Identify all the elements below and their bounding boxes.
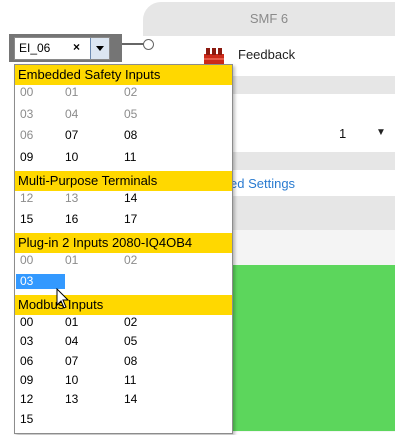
value-text: 1	[339, 126, 347, 141]
dropdown-item[interactable]: 08	[124, 128, 174, 143]
group-plugin-2-inputs: Plug-in 2 Inputs 2080-IQ4OB4 00 01 02 03	[15, 233, 232, 295]
group-embedded-safety-inputs: Embedded Safety Inputs 00 01 02 03 04 05 06 07 0…	[15, 65, 232, 171]
dropdown-item[interactable]: 07	[65, 354, 124, 369]
dropdown-item[interactable]: 03	[16, 274, 65, 289]
dropdown-item[interactable]: 05	[124, 334, 174, 349]
dropdown-item: 05	[124, 106, 138, 121]
dropdown-item[interactable]: 06	[20, 354, 65, 369]
input-select-combo[interactable]: EI_06 ×	[14, 37, 110, 60]
dropdown-item[interactable]: 03	[20, 334, 65, 349]
dropdown-item: 01	[65, 253, 79, 267]
chevron-down-icon[interactable]: ▼	[376, 127, 386, 138]
mouse-cursor-icon	[56, 288, 70, 309]
dropdown-item[interactable]: 15	[20, 212, 65, 227]
status-green-area	[230, 265, 395, 431]
smf-title: SMF 6	[143, 2, 395, 36]
dropdown-item[interactable]: 14	[124, 191, 174, 206]
dropdown-item[interactable]: 11	[124, 150, 174, 165]
dropdown-item[interactable]: 08	[124, 354, 174, 369]
dropdown-item: 01	[65, 85, 79, 99]
clear-icon[interactable]: ×	[73, 40, 80, 54]
feedback-label: Feedback	[238, 47, 296, 62]
combo-value: EI_06	[19, 41, 51, 55]
dropdown-item: 04	[65, 106, 79, 121]
dropdown-item: 03	[20, 106, 34, 121]
dropdown-item: 12	[20, 191, 34, 205]
dropdown-item[interactable]: 14	[124, 392, 174, 407]
dropdown-item[interactable]: 00	[20, 315, 65, 330]
dropdown-item[interactable]: 15	[20, 412, 65, 427]
dropdown-item[interactable]: 12	[20, 392, 65, 407]
dropdown-item[interactable]: 10	[65, 150, 124, 165]
feedback-icon	[204, 48, 224, 64]
dropdown-item: 00	[20, 85, 34, 99]
connector-dot	[143, 39, 154, 50]
settings-link[interactable]: ed Settings	[230, 176, 295, 191]
group-header: Embedded Safety Inputs	[15, 65, 232, 85]
dropdown-item: 06	[20, 128, 34, 142]
chevron-down-icon	[96, 46, 104, 51]
dropdown-item[interactable]: 09	[20, 150, 65, 165]
dropdown-item[interactable]: 02	[124, 315, 174, 330]
dropdown-item: 02	[124, 85, 138, 99]
dropdown-list[interactable]: Embedded Safety Inputs 00 01 02 03 04 05 06 07 0…	[14, 64, 233, 434]
dropdown-item[interactable]: 13	[65, 392, 124, 407]
group-header: Modbus Inputs	[15, 295, 232, 315]
dropdown-item[interactable]: 17	[124, 212, 174, 227]
dropdown-item[interactable]: 04	[65, 334, 124, 349]
group-modbus-inputs: Modbus Inputs 00 01 02 03 04 05 06 07 08 09 10 11 12…	[15, 295, 232, 431]
dropdown-item[interactable]: 16	[65, 212, 124, 227]
group-header: Multi-Purpose Terminals	[15, 171, 232, 191]
dropdown-item[interactable]: 07	[65, 128, 124, 143]
group-header: Plug-in 2 Inputs 2080-IQ4OB4	[15, 233, 232, 253]
dropdown-item[interactable]: 09	[20, 373, 65, 388]
dropdown-item[interactable]: 10	[65, 373, 124, 388]
group-multi-purpose-terminals: Multi-Purpose Terminals 12 13 14 15 16 17	[15, 171, 232, 233]
dropdown-item: 13	[65, 191, 79, 205]
dropdown-item: 02	[124, 253, 138, 267]
dropdown-item[interactable]: 01	[65, 315, 124, 330]
dropdown-item[interactable]: 11	[124, 373, 174, 388]
dropdown-item: 00	[20, 253, 34, 267]
dropdown-button[interactable]	[90, 38, 109, 59]
